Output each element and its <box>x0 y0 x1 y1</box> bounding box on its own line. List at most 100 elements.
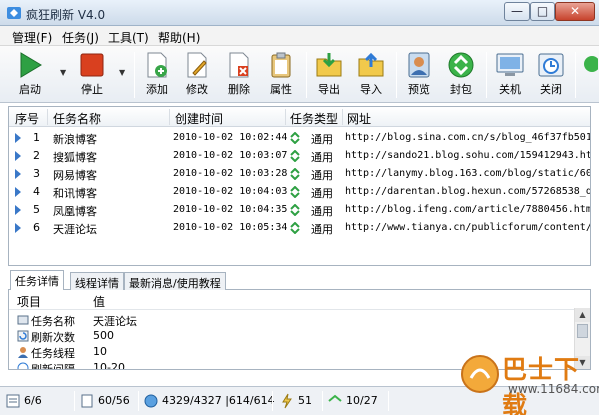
import-label: 导入 <box>360 83 382 96</box>
start-dropdown-icon[interactable]: ▼ <box>60 68 66 77</box>
menu-task[interactable]: 任务(J) <box>62 29 99 46</box>
edit-document-icon <box>187 52 207 78</box>
more-tools-icon[interactable] <box>582 54 598 78</box>
recycle-icon <box>290 204 300 216</box>
close-button[interactable]: ✕ <box>555 2 595 21</box>
row-url: http://blog.ifeng.com/article/7880456.ht… <box>345 204 591 215</box>
task-row[interactable]: 3 网易博客 2010-10-02 10:03:28 通用 http://lan… <box>9 165 590 183</box>
delete-document-icon <box>229 52 249 78</box>
toolbar-separator <box>134 52 135 98</box>
recycle-icon <box>290 168 300 180</box>
row-type: 通用 <box>311 151 333 164</box>
stop-button[interactable]: 停止 <box>70 49 114 101</box>
menu-manage[interactable]: 管理(F) <box>12 29 52 46</box>
row-no: 6 <box>33 221 40 234</box>
task-row[interactable]: 1 新浪博客 2010-10-02 10:02:44 通用 http://blo… <box>9 129 590 147</box>
delete-button[interactable]: 删除 <box>222 49 256 101</box>
row-url: http://lanymy.blog.163.com/blog/static/6… <box>345 168 591 179</box>
detail-column-item[interactable]: 项目 <box>17 293 41 310</box>
shutdown-button[interactable]: 关机 <box>492 49 528 101</box>
close-app-label: 关闭 <box>540 83 562 96</box>
play-state-icon <box>15 205 21 215</box>
scroll-up-icon[interactable]: ▲ <box>575 308 590 322</box>
scroll-thumb[interactable] <box>577 324 588 338</box>
watermark-icon <box>461 355 499 393</box>
task-list[interactable]: 序号 任务名称 创建时间 任务类型 网址 1 新浪博客 2010-10-02 1… <box>8 106 591 266</box>
task-status-icon <box>6 394 20 408</box>
row-no: 5 <box>33 203 40 216</box>
detail-key: 刷新次数 <box>31 331 75 344</box>
toolbar-separator <box>486 52 487 98</box>
menu-tools[interactable]: 工具(T) <box>108 29 149 46</box>
shutdown-label: 关机 <box>499 83 521 96</box>
task-row[interactable]: 4 和讯博客 2010-10-02 10:04:03 通用 http://dar… <box>9 183 590 201</box>
task-row[interactable]: 6 天涯论坛 2010-10-02 10:05:34 通用 http://www… <box>9 219 590 237</box>
menu-help[interactable]: 帮助(H) <box>158 29 200 46</box>
app-icon <box>7 7 21 19</box>
edit-label: 修改 <box>186 83 208 96</box>
detail-row: 刷新次数 500 <box>9 328 569 344</box>
row-no: 2 <box>33 149 40 162</box>
tab-news-tutorial[interactable]: 最新消息/使用教程 <box>124 272 226 290</box>
row-name: 搜狐博客 <box>53 151 97 164</box>
detail-key: 刷新间隔 <box>31 363 75 370</box>
detail-value: 天涯论坛 <box>93 315 137 328</box>
card-icon <box>17 315 29 325</box>
column-divider[interactable] <box>47 109 48 125</box>
status-pages: 60/56 <box>98 394 130 407</box>
detail-value: 10-20 <box>93 361 125 370</box>
clock-icon <box>17 362 29 369</box>
row-time: 2010-10-02 10:02:44 <box>173 132 288 143</box>
detail-value: 500 <box>93 329 114 342</box>
page-icon <box>81 394 93 408</box>
column-url[interactable]: 网址 <box>347 110 371 127</box>
edit-button[interactable]: 修改 <box>180 49 214 101</box>
column-no[interactable]: 序号 <box>15 110 39 127</box>
clock-window-icon <box>538 53 564 77</box>
toolbar: 启动 ▼ 停止 ▼ 添加 修改 删除 属性 导出 导入 预览 封包 关机 关闭 <box>0 46 599 103</box>
stop-dropdown-icon[interactable]: ▼ <box>119 68 125 77</box>
pack-button[interactable]: 封包 <box>444 49 478 101</box>
column-time[interactable]: 创建时间 <box>175 110 223 127</box>
play-state-icon <box>15 151 21 161</box>
column-name[interactable]: 任务名称 <box>53 110 101 127</box>
row-name: 和讯博客 <box>53 187 97 200</box>
row-time: 2010-10-02 10:03:07 <box>173 150 288 161</box>
start-button[interactable]: 启动 <box>8 49 52 101</box>
start-label: 启动 <box>19 83 41 96</box>
play-state-icon <box>15 133 21 143</box>
close-app-button[interactable]: 关闭 <box>534 49 568 101</box>
add-button[interactable]: 添加 <box>140 49 174 101</box>
maximize-button[interactable]: □ <box>530 2 555 21</box>
minimize-button[interactable]: — <box>504 2 530 21</box>
tab-task-detail[interactable]: 任务详情 <box>10 270 64 291</box>
export-button[interactable]: 导出 <box>312 49 346 101</box>
status-separator <box>322 391 323 411</box>
preview-button[interactable]: 预览 <box>402 49 436 101</box>
status-progress: 10/27 <box>346 394 378 407</box>
folder-export-icon <box>316 53 342 77</box>
row-no: 4 <box>33 185 40 198</box>
add-document-icon <box>147 52 167 78</box>
add-label: 添加 <box>146 83 168 96</box>
row-url: http://darentan.blog.hexun.com/57268538_… <box>345 186 591 197</box>
tab-thread-detail[interactable]: 线程详情 <box>70 272 124 290</box>
column-divider[interactable] <box>169 109 170 125</box>
task-row[interactable]: 5 凤凰博客 2010-10-02 10:04:35 通用 http://blo… <box>9 201 590 219</box>
recycle-icon <box>290 132 300 144</box>
preview-label: 预览 <box>408 83 430 96</box>
task-list-header: 序号 任务名称 创建时间 任务类型 网址 <box>9 107 590 127</box>
column-type[interactable]: 任务类型 <box>290 110 338 127</box>
row-no: 1 <box>33 131 40 144</box>
properties-button[interactable]: 属性 <box>264 49 298 101</box>
import-button[interactable]: 导入 <box>354 49 388 101</box>
detail-key: 任务线程 <box>31 347 75 360</box>
column-divider[interactable] <box>342 109 343 125</box>
detail-row: 任务名称 天涯论坛 <box>9 312 569 328</box>
row-name: 天涯论坛 <box>53 223 97 236</box>
row-type: 通用 <box>311 133 333 146</box>
task-row[interactable]: 2 搜狐博客 2010-10-02 10:03:07 通用 http://san… <box>9 147 590 165</box>
detail-column-value[interactable]: 值 <box>93 293 105 310</box>
user-icon <box>18 347 28 358</box>
column-divider[interactable] <box>285 109 286 125</box>
